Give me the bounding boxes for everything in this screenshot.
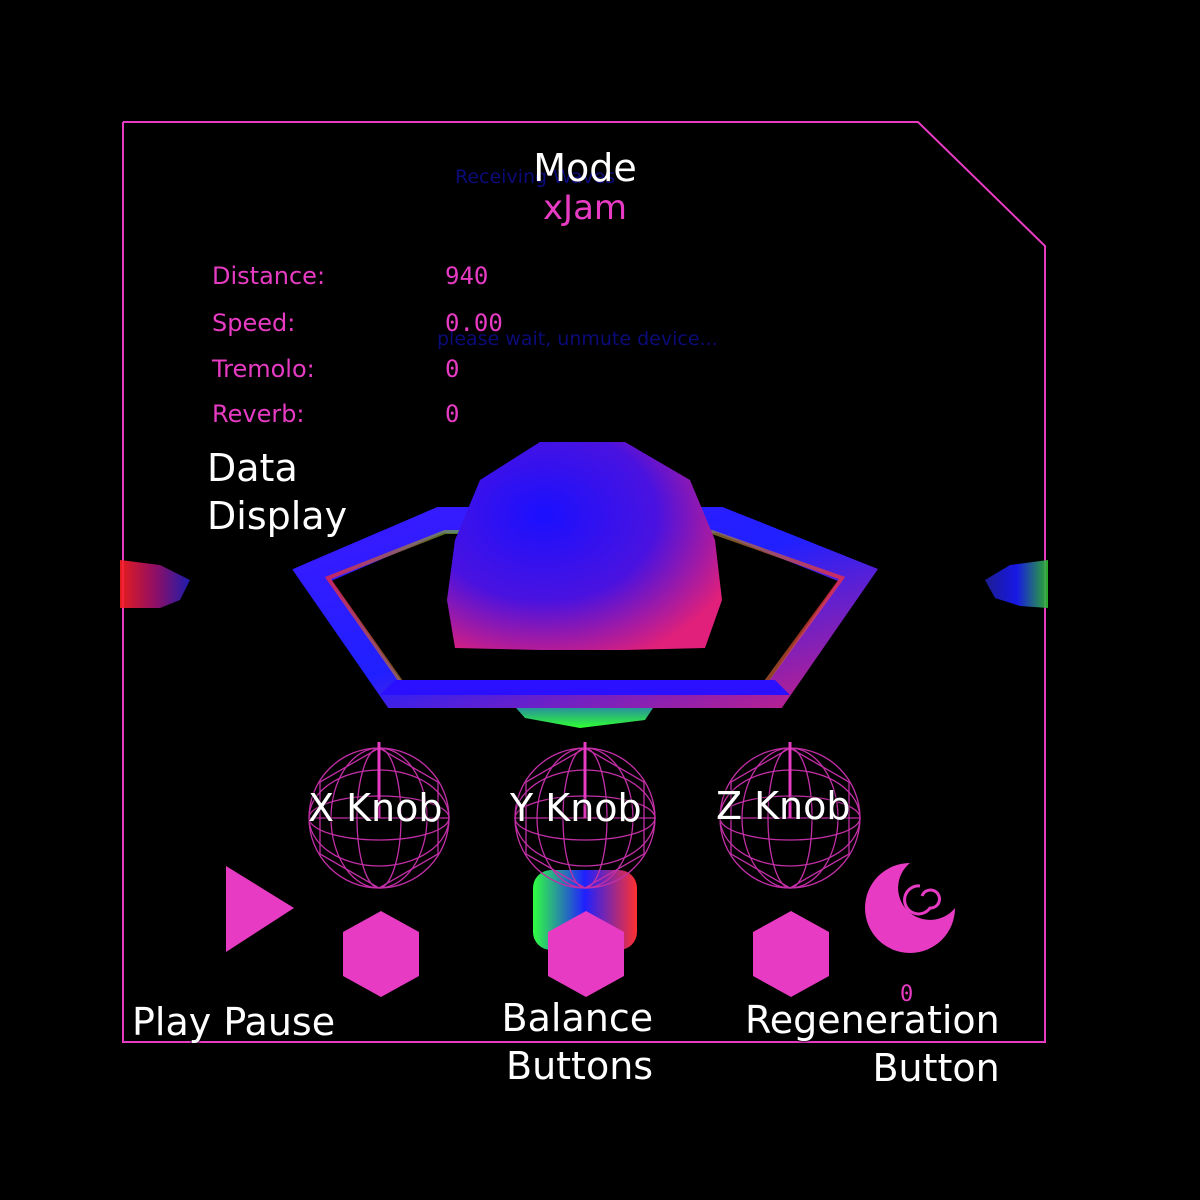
balance-button-left[interactable] — [343, 911, 419, 997]
distance-value: 940 — [445, 262, 489, 290]
hexagon-button-icon — [343, 911, 419, 997]
regeneration-button[interactable] — [862, 860, 958, 954]
balance-button-right[interactable] — [753, 911, 829, 997]
balance-buttons-annotation: Balance Buttons — [498, 994, 654, 1090]
balance-button-center[interactable] — [548, 911, 624, 997]
y-knob-label: Y Knob — [510, 786, 642, 830]
play-icon — [226, 866, 294, 952]
tremolo-value: 0 — [445, 355, 460, 383]
play-pause-button[interactable] — [224, 864, 296, 954]
mode-label: Mode — [533, 146, 637, 190]
play-pause-annotation: Play Pause — [132, 1000, 336, 1044]
tremolo-label: Tremolo: — [212, 355, 315, 383]
regeneration-annotation-line2: Button — [872, 1046, 1000, 1090]
reverb-value: 0 — [445, 400, 460, 428]
speed-value: 0.00 — [445, 309, 503, 337]
x-knob-label: X Knob — [308, 786, 443, 830]
z-knob-label: Z Knob — [716, 784, 851, 828]
data-display-annotation: Data Display — [207, 444, 347, 540]
distance-label: Distance: — [212, 262, 326, 290]
regeneration-annotation-line1: Regeneration — [745, 998, 1000, 1042]
hexagon-button-icon — [548, 911, 624, 997]
reverb-label: Reverb: — [212, 400, 305, 428]
balance-buttons-annotation-line2: Buttons — [506, 1044, 654, 1088]
data-display-annotation-line1: Data — [207, 446, 298, 490]
regeneration-button-annotation: Regeneration Button — [745, 996, 1000, 1092]
data-display-annotation-line2: Display — [207, 494, 348, 538]
speed-label: Speed: — [212, 309, 296, 337]
mode-value[interactable]: xJam — [480, 188, 690, 228]
crescent-swirl-icon — [865, 863, 955, 953]
hexagon-button-icon — [753, 911, 829, 997]
balance-buttons-annotation-line1: Balance — [501, 996, 654, 1040]
